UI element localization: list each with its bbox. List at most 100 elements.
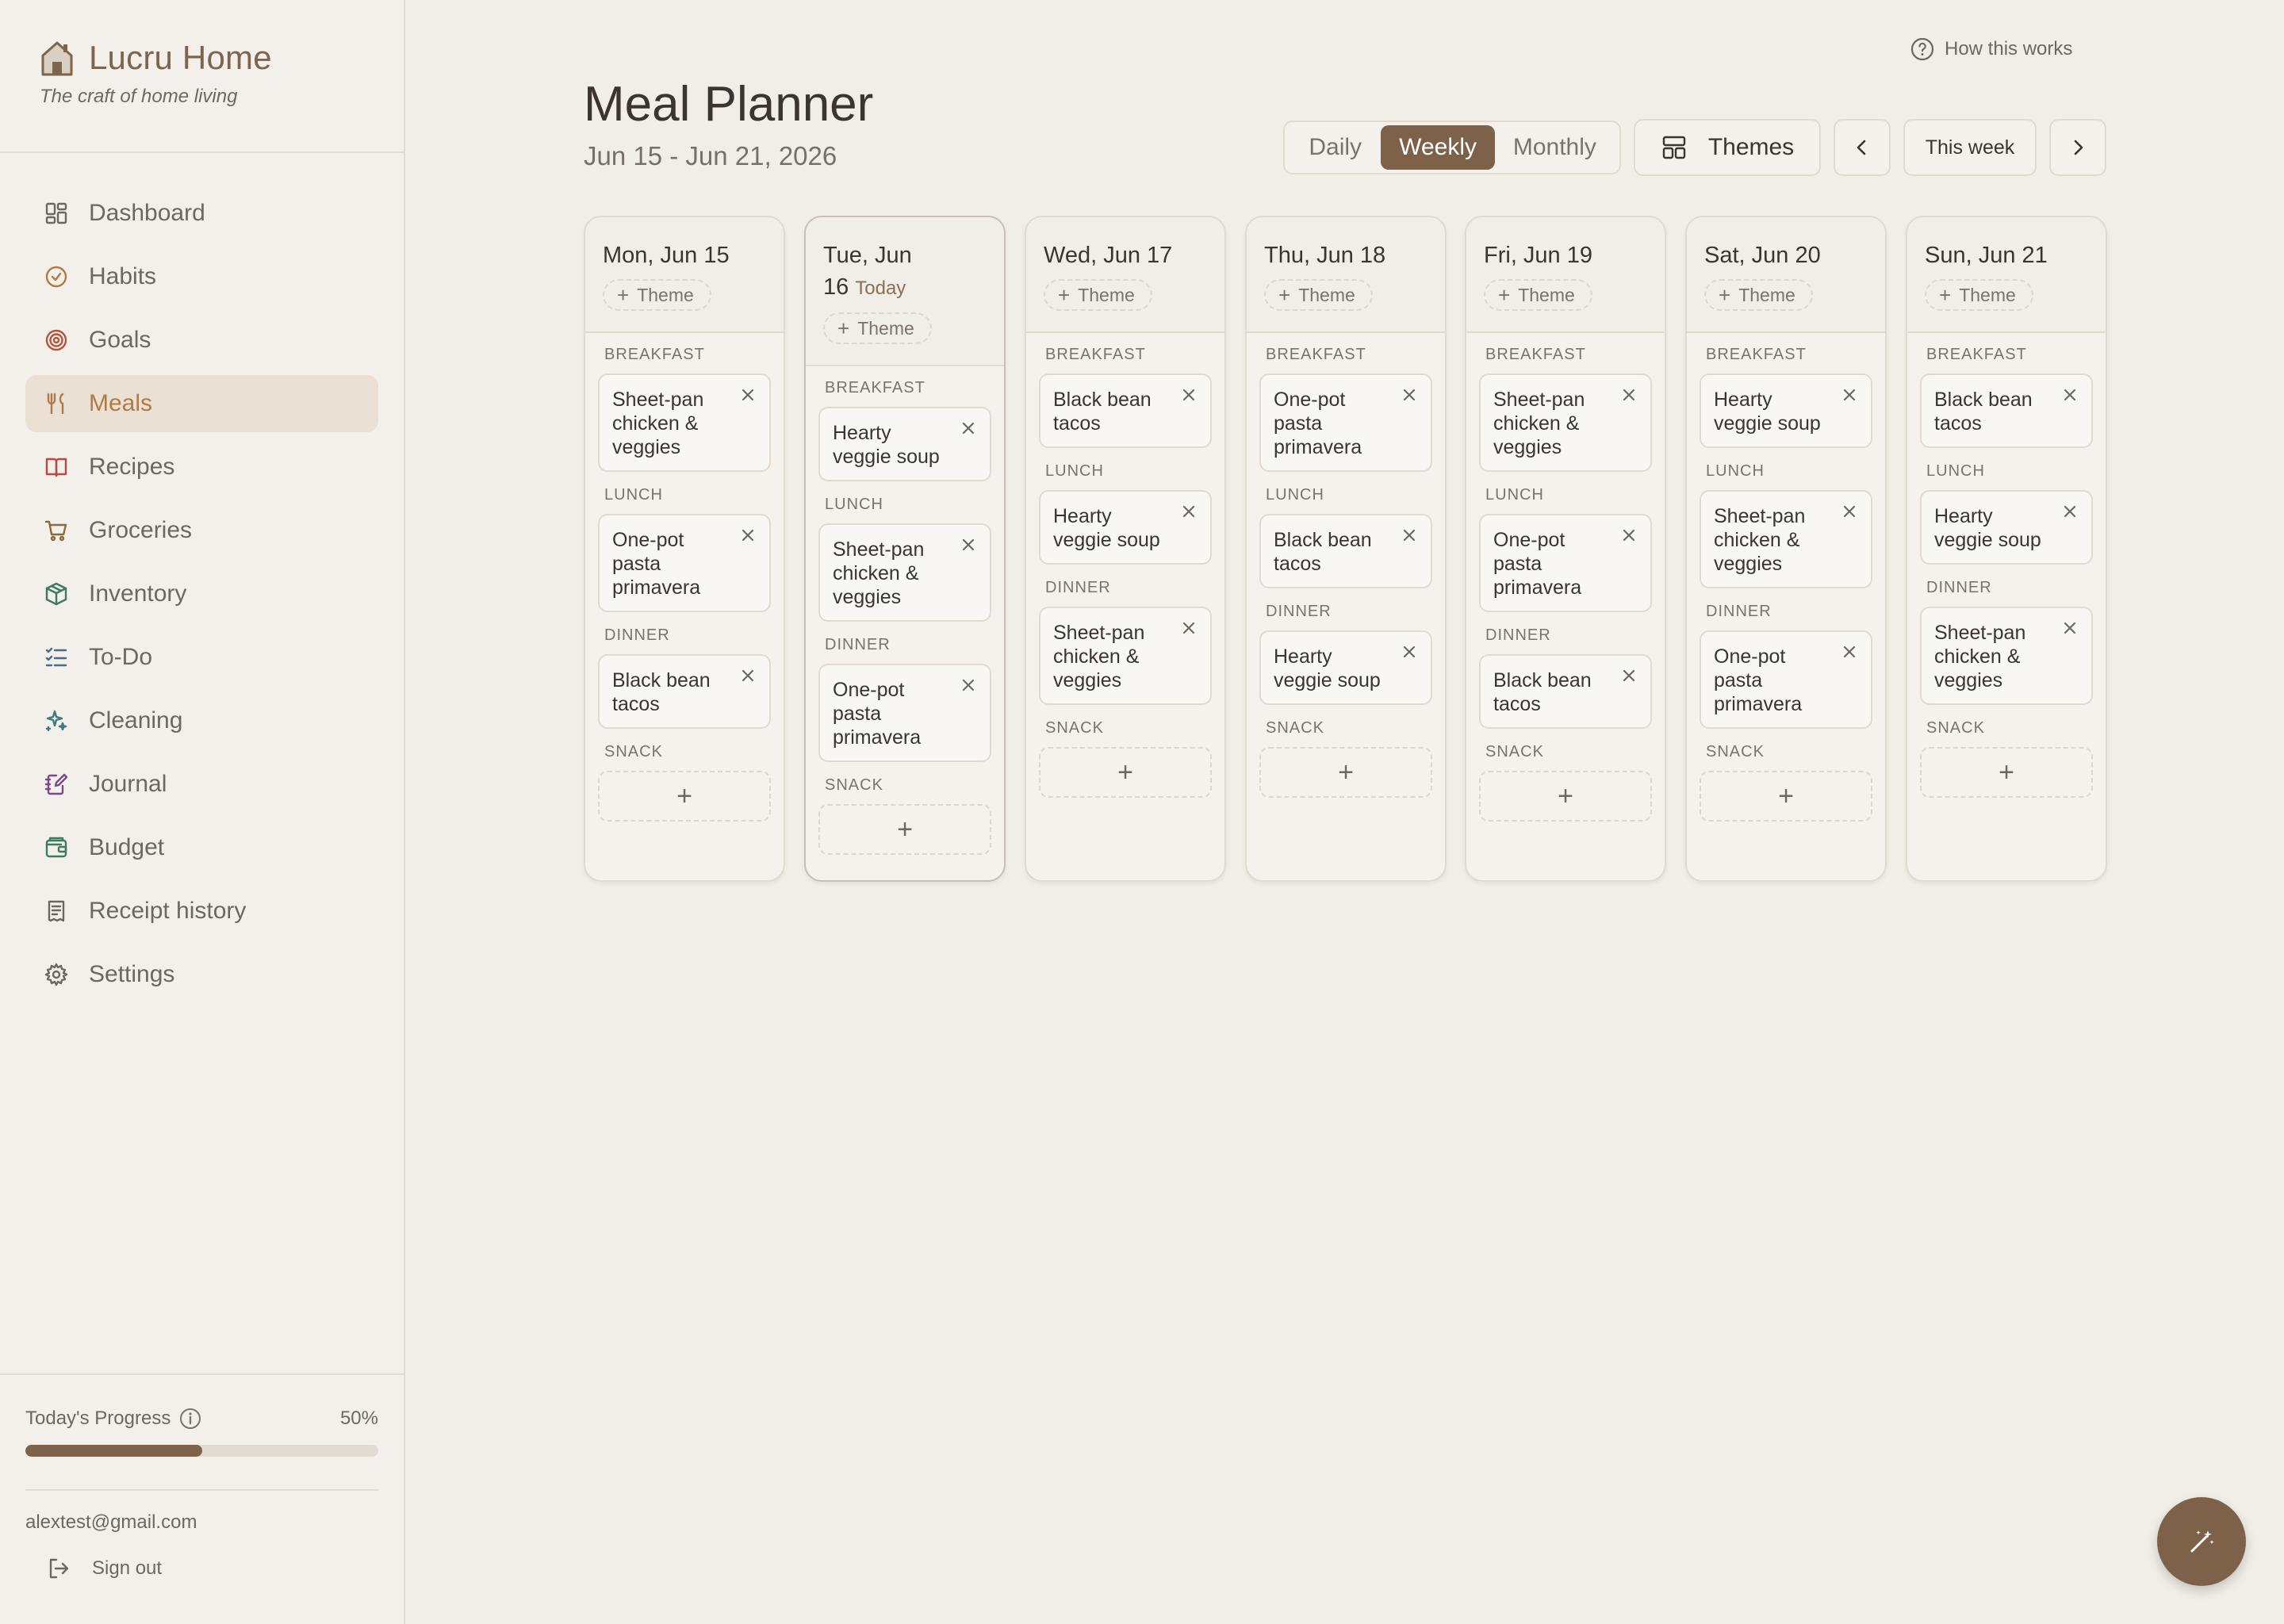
brand-link[interactable]: Lucru Home	[40, 38, 404, 78]
remove-meal-icon[interactable]	[960, 676, 977, 694]
meal-card[interactable]: One-pot pasta primavera	[1700, 630, 1872, 729]
meal-card[interactable]: Black bean tacos	[1479, 654, 1652, 729]
day-column: Tue, Jun 16 Today + Theme BREAKFAST Hearty ve…	[804, 216, 1006, 882]
remove-meal-icon[interactable]	[1401, 527, 1418, 544]
sidebar-item-goals[interactable]: Goals	[25, 312, 378, 369]
slot-label-lunch: LUNCH	[1926, 462, 1985, 480]
remove-meal-icon[interactable]	[1841, 503, 1858, 520]
remove-meal-icon[interactable]	[1620, 386, 1638, 404]
slot-label-dinner: DINNER	[1926, 579, 1992, 596]
view-monthly-button[interactable]: Monthly	[1495, 125, 1615, 170]
remove-meal-icon[interactable]	[1401, 643, 1418, 661]
remove-meal-icon[interactable]	[1620, 667, 1638, 684]
add-snack-button[interactable]: +	[1700, 771, 1872, 822]
day-body: BREAKFAST Sheet-pan chicken & veggies LUNC…	[1466, 333, 1665, 822]
remove-meal-icon[interactable]	[1401, 386, 1418, 404]
sidebar-item-meals[interactable]: Meals	[25, 375, 378, 432]
meal-card[interactable]: Hearty veggie soup	[1700, 373, 1872, 448]
slot-label-dinner: DINNER	[604, 626, 670, 644]
remove-meal-icon[interactable]	[1180, 386, 1198, 404]
add-theme-label: Theme	[1078, 284, 1135, 305]
add-theme-button[interactable]: + Theme	[1704, 279, 1813, 311]
sidebar-item-budget[interactable]: Budget	[25, 819, 378, 876]
next-week-button[interactable]	[2049, 119, 2106, 176]
add-theme-button[interactable]: + Theme	[823, 312, 932, 344]
remove-meal-icon[interactable]	[2061, 503, 2079, 520]
meal-name: One-pot pasta primavera	[1714, 645, 1803, 715]
meal-card[interactable]: Sheet-pan chicken & veggies	[1920, 607, 2093, 705]
add-theme-label: Theme	[857, 317, 914, 339]
check-circle-icon	[43, 263, 70, 290]
meal-card[interactable]: Black bean tacos	[1920, 373, 2093, 448]
slot-label-snack: SNACK	[1045, 719, 1104, 737]
add-snack-button[interactable]: +	[1920, 747, 2093, 798]
add-theme-button[interactable]: + Theme	[1925, 279, 2033, 311]
add-theme-button[interactable]: + Theme	[1264, 279, 1373, 311]
meal-card[interactable]: Sheet-pan chicken & veggies	[818, 523, 991, 622]
remove-meal-icon[interactable]	[1841, 386, 1858, 404]
meal-card[interactable]: One-pot pasta primavera	[1259, 373, 1432, 472]
meal-card[interactable]: Black bean tacos	[1039, 373, 1212, 448]
how-this-works-link[interactable]: How this works	[1910, 36, 2072, 62]
slot-label-snack: SNACK	[1266, 719, 1324, 737]
day-column: Mon, Jun 15 + Theme BREAKFAST Sheet-pan chic…	[584, 216, 785, 882]
sidebar-item-journal[interactable]: Journal	[25, 756, 378, 813]
add-snack-button[interactable]: +	[1259, 747, 1432, 798]
add-theme-button[interactable]: + Theme	[1484, 279, 1592, 311]
sidebar-item-to-do[interactable]: To-Do	[25, 629, 378, 686]
magic-wand-button[interactable]	[2157, 1497, 2246, 1586]
meal-card[interactable]: Sheet-pan chicken & veggies	[1039, 607, 1212, 705]
sidebar-item-dashboard[interactable]: Dashboard	[25, 185, 378, 242]
sidebar-item-receipt-history[interactable]: Receipt history	[25, 883, 378, 940]
remove-meal-icon[interactable]	[1620, 527, 1638, 544]
meal-card[interactable]: Sheet-pan chicken & veggies	[1700, 490, 1872, 588]
themes-button[interactable]: Themes	[1634, 119, 1821, 176]
remove-meal-icon[interactable]	[739, 667, 757, 684]
add-snack-button[interactable]: +	[598, 771, 771, 822]
meal-card[interactable]: Hearty veggie soup	[818, 407, 991, 481]
this-week-button[interactable]: This week	[1903, 119, 2037, 176]
meal-card[interactable]: Hearty veggie soup	[1259, 630, 1432, 705]
meal-card[interactable]: Hearty veggie soup	[1920, 490, 2093, 565]
meal-name: Hearty veggie soup	[1053, 505, 1160, 551]
sidebar-item-recipes[interactable]: Recipes	[25, 439, 378, 496]
add-theme-button[interactable]: + Theme	[603, 279, 711, 311]
remove-meal-icon[interactable]	[2061, 386, 2079, 404]
sidebar-item-cleaning[interactable]: Cleaning	[25, 692, 378, 749]
remove-meal-icon[interactable]	[960, 419, 977, 437]
previous-week-button[interactable]	[1834, 119, 1891, 176]
sidebar-item-settings[interactable]: Settings	[25, 946, 378, 1003]
remove-meal-icon[interactable]	[1841, 643, 1858, 661]
remove-meal-icon[interactable]	[1180, 503, 1198, 520]
remove-meal-icon[interactable]	[739, 527, 757, 544]
remove-meal-icon[interactable]	[960, 536, 977, 553]
add-snack-button[interactable]: +	[818, 804, 991, 855]
slot-label-lunch: LUNCH	[825, 496, 883, 513]
slot-label-dinner: DINNER	[1266, 603, 1332, 620]
view-weekly-button[interactable]: Weekly	[1381, 125, 1495, 170]
meal-card[interactable]: Sheet-pan chicken & veggies	[598, 373, 771, 472]
remove-meal-icon[interactable]	[2061, 619, 2079, 637]
notebook-pen-icon	[43, 771, 70, 798]
add-theme-label: Theme	[637, 284, 694, 305]
view-daily-button[interactable]: Daily	[1290, 125, 1381, 170]
sidebar-item-inventory[interactable]: Inventory	[25, 565, 378, 622]
meal-card[interactable]: Sheet-pan chicken & veggies	[1479, 373, 1652, 472]
meal-card[interactable]: One-pot pasta primavera	[818, 664, 991, 762]
meal-card[interactable]: One-pot pasta primavera	[1479, 514, 1652, 612]
meal-card[interactable]: One-pot pasta primavera	[598, 514, 771, 612]
sign-out-button[interactable]: Sign out	[25, 1556, 378, 1581]
sidebar-item-habits[interactable]: Habits	[25, 248, 378, 305]
remove-meal-icon[interactable]	[1180, 619, 1198, 637]
sidebar-item-groceries[interactable]: Groceries	[25, 502, 378, 559]
meal-card[interactable]: Black bean tacos	[1259, 514, 1432, 588]
add-snack-button[interactable]: +	[1039, 747, 1212, 798]
remove-meal-icon[interactable]	[739, 386, 757, 404]
info-icon[interactable]	[178, 1407, 202, 1431]
add-snack-button[interactable]: +	[1479, 771, 1652, 822]
meal-card[interactable]: Hearty veggie soup	[1039, 490, 1212, 565]
meal-name: Sheet-pan chicken & veggies	[1493, 389, 1585, 458]
day-title-text: Sat, Jun 20	[1704, 243, 1821, 268]
meal-card[interactable]: Black bean tacos	[598, 654, 771, 729]
add-theme-button[interactable]: + Theme	[1044, 279, 1152, 311]
